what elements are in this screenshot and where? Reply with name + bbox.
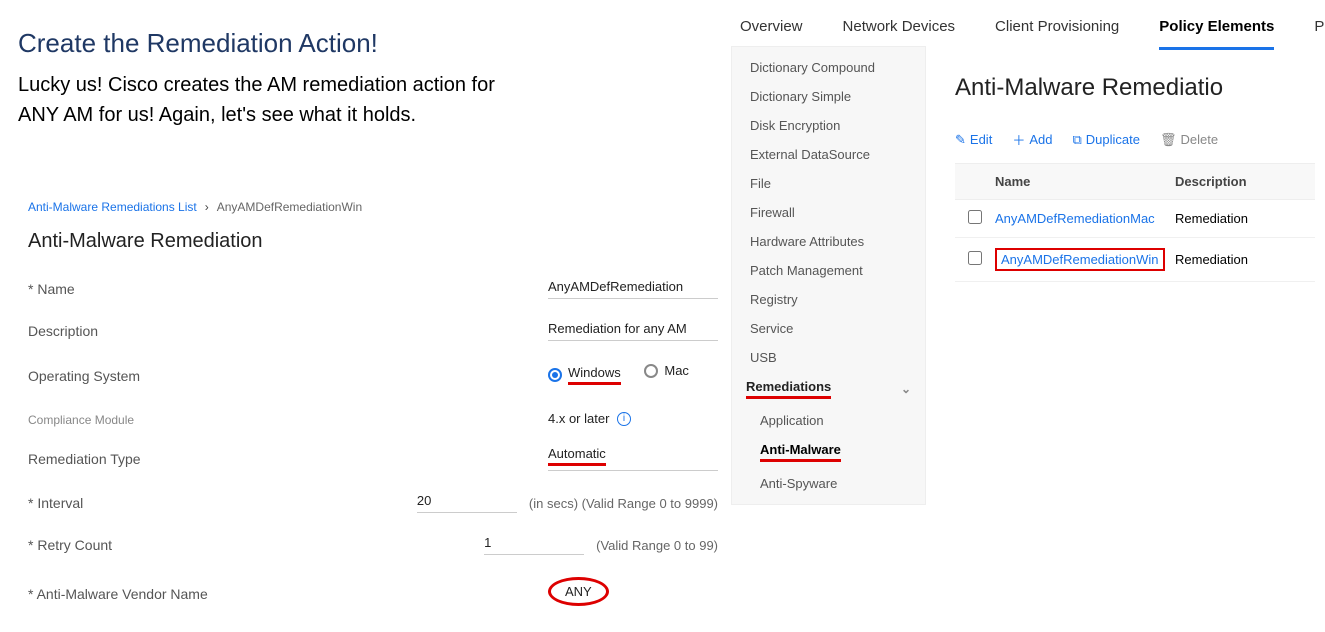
os-mac-radio[interactable]: Mac	[644, 363, 689, 378]
radio-on-icon	[548, 368, 562, 382]
sidebar-item-hardware-attributes[interactable]: Hardware Attributes	[732, 227, 925, 256]
add-label: Add	[1029, 132, 1052, 147]
list-title: Anti-Malware Remediatio	[955, 74, 1315, 102]
slide-title: Create the Remediation Action!	[18, 28, 378, 59]
vendor-select[interactable]: ANY	[548, 577, 718, 610]
sidebar-item-external-datasource[interactable]: External DataSource	[732, 140, 925, 169]
trash-icon: 🗑	[1160, 132, 1177, 148]
sidebar-item-file[interactable]: File	[732, 169, 925, 198]
compliance-label: Compliance Module	[28, 413, 548, 427]
compliance-value: 4.x or later i	[548, 411, 718, 431]
row-desc-mac: Remediation	[1175, 211, 1315, 226]
sidebar-item-usb[interactable]: USB	[732, 343, 925, 372]
os-windows-radio[interactable]: Windows	[548, 365, 621, 385]
remtype-value: Automatic	[548, 446, 606, 466]
delete-label: Delete	[1180, 132, 1218, 147]
row-name-win-label: AnyAMDefRemediationWin	[995, 248, 1165, 271]
table-row: AnyAMDefRemediationMac Remediation	[955, 200, 1315, 238]
vendor-value: ANY	[548, 577, 609, 606]
sidebar-sub-anti-malware[interactable]: Anti-Malware	[732, 435, 925, 469]
sidebar-section-remediations[interactable]: Remediations ⌄	[732, 372, 925, 406]
retry-hint: (Valid Range 0 to 99)	[596, 538, 718, 553]
sidebar: Dictionary Compound Dictionary Simple Di…	[731, 46, 926, 505]
sidebar-item-dictionary-simple[interactable]: Dictionary Simple	[732, 82, 925, 111]
edit-label: Edit	[970, 132, 992, 147]
duplicate-label: Duplicate	[1086, 132, 1140, 147]
breadcrumb: Anti-Malware Remediations List › AnyAMDe…	[28, 200, 718, 214]
remtype-label: Remediation Type	[28, 451, 548, 467]
sidebar-section-label: Remediations	[746, 379, 831, 399]
compliance-text: 4.x or later	[548, 411, 609, 426]
breadcrumb-current: AnyAMDefRemediationWin	[217, 200, 362, 214]
sidebar-item-service[interactable]: Service	[732, 314, 925, 343]
remediation-form: Anti-Malware Remediations List › AnyAMDe…	[28, 200, 718, 632]
table-row: AnyAMDefRemediationWin Remediation	[955, 238, 1315, 282]
pencil-icon: ✎	[955, 132, 966, 148]
copy-icon: ⧉	[1072, 132, 1081, 148]
description-field[interactable]: Remediation for any AM	[548, 321, 718, 341]
interval-label: * Interval	[28, 495, 417, 511]
radio-off-icon	[644, 364, 658, 378]
name-field[interactable]: AnyAMDefRemediation	[548, 279, 718, 299]
os-label: Operating System	[28, 368, 548, 384]
description-label: Description	[28, 323, 548, 339]
tab-policy-elements[interactable]: Policy Elements	[1159, 18, 1274, 50]
slide-body: Lucky us! Cisco creates the AM remediati…	[18, 70, 578, 130]
edit-button[interactable]: ✎ Edit	[955, 130, 992, 149]
sidebar-item-patch-management[interactable]: Patch Management	[732, 256, 925, 285]
slide-body-line2: ANY AM for us! Again, let's see what it …	[18, 104, 416, 126]
plus-icon: ＋	[1012, 130, 1025, 149]
vendor-label: * Anti-Malware Vendor Name	[28, 586, 548, 602]
tab-truncated[interactable]: P	[1314, 18, 1324, 50]
sidebar-item-dictionary-compound[interactable]: Dictionary Compound	[732, 53, 925, 82]
header-name: Name	[995, 174, 1175, 189]
header-description: Description	[1175, 174, 1315, 189]
retry-label: * Retry Count	[28, 537, 484, 553]
chevron-right-icon: ›	[205, 200, 209, 214]
list-toolbar: ✎ Edit ＋ Add ⧉ Duplicate 🗑Delete	[955, 130, 1315, 149]
breadcrumb-parent[interactable]: Anti-Malware Remediations List	[28, 200, 197, 214]
row-desc-win: Remediation	[1175, 252, 1315, 267]
os-radio-group: Windows Mac	[548, 363, 718, 389]
chevron-down-icon: ⌄	[901, 382, 911, 396]
row-checkbox[interactable]	[968, 210, 982, 224]
sidebar-sub-anti-spyware[interactable]: Anti-Spyware	[732, 469, 925, 498]
delete-button[interactable]: 🗑Delete	[1160, 130, 1218, 149]
info-icon[interactable]: i	[617, 412, 631, 426]
remediation-list-panel: Anti-Malware Remediatio ✎ Edit ＋ Add ⧉ Dupl…	[955, 74, 1315, 282]
sidebar-item-disk-encryption[interactable]: Disk Encryption	[732, 111, 925, 140]
sidebar-item-firewall[interactable]: Firewall	[732, 198, 925, 227]
os-windows-label: Windows	[568, 365, 621, 385]
add-button[interactable]: ＋ Add	[1012, 130, 1052, 149]
sidebar-item-registry[interactable]: Registry	[732, 285, 925, 314]
row-name-win[interactable]: AnyAMDefRemediationWin	[995, 248, 1175, 271]
name-label: * Name	[28, 281, 548, 297]
row-checkbox[interactable]	[968, 251, 982, 265]
remtype-select[interactable]: Automatic	[548, 446, 718, 471]
list-header: Name Description	[955, 163, 1315, 200]
interval-field[interactable]: 20	[417, 493, 517, 513]
retry-field[interactable]: 1	[484, 535, 584, 555]
os-mac-label: Mac	[664, 363, 689, 378]
row-name-mac[interactable]: AnyAMDefRemediationMac	[995, 211, 1175, 226]
tab-client-provisioning[interactable]: Client Provisioning	[995, 18, 1119, 50]
duplicate-button[interactable]: ⧉ Duplicate	[1072, 130, 1140, 149]
sidebar-sub-application[interactable]: Application	[732, 406, 925, 435]
slide-body-line1: Lucky us! Cisco creates the AM remediati…	[18, 74, 495, 96]
sidebar-sub-anti-malware-label: Anti-Malware	[760, 442, 841, 462]
interval-hint: (in secs) (Valid Range 0 to 9999)	[529, 496, 718, 511]
form-title: Anti-Malware Remediation	[28, 230, 718, 253]
